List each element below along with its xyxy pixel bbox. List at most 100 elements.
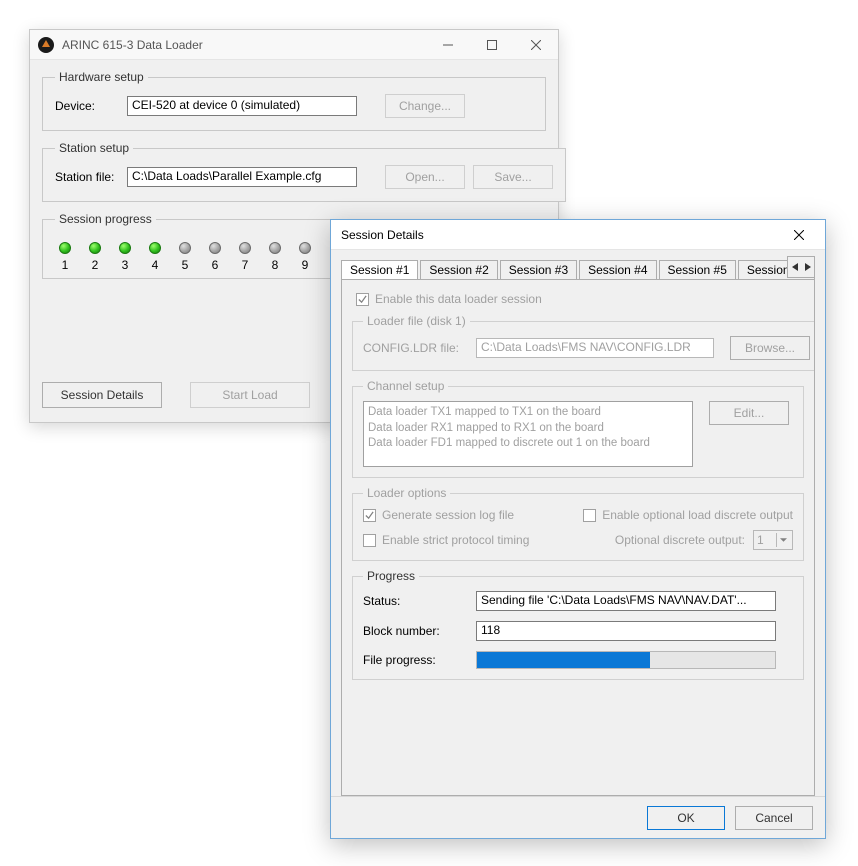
window-title: ARINC 615-3 Data Loader (62, 38, 426, 52)
session-led-9: 9 (299, 242, 311, 272)
block-number-field: 118 (476, 621, 776, 641)
minimize-button[interactable] (426, 30, 470, 60)
channel-setup-group: Channel setup Data loader TX1 mapped to … (352, 379, 804, 478)
loader-options-legend: Loader options (363, 486, 450, 500)
session-number: 1 (62, 258, 69, 272)
channel-setup-legend: Channel setup (363, 379, 448, 393)
edit-button[interactable]: Edit... (709, 401, 789, 425)
loader-file-group: Loader file (disk 1) CONFIG.LDR file: C:… (352, 314, 815, 371)
config-ldr-field[interactable]: C:\Data Loads\FMS NAV\CONFIG.LDR (476, 338, 714, 358)
tab-scroll (787, 256, 815, 278)
config-ldr-label: CONFIG.LDR file: (363, 341, 468, 355)
device-label: Device: (55, 99, 119, 113)
session-details-button[interactable]: Session Details (42, 382, 162, 408)
hardware-setup-group: Hardware setup Device: CEI-520 at device… (42, 70, 546, 131)
session-number: 2 (92, 258, 99, 272)
tab-session-2[interactable]: Session #2 (420, 260, 497, 279)
block-number-label: Block number: (363, 624, 468, 638)
tab-session-4[interactable]: Session #4 (579, 260, 656, 279)
led-icon (179, 242, 191, 254)
loader-file-legend: Loader file (disk 1) (363, 314, 470, 328)
session-led-3: 3 (119, 242, 131, 272)
main-titlebar: ARINC 615-3 Data Loader (30, 30, 558, 60)
checkbox-icon (363, 534, 376, 547)
tab-scroll-left[interactable] (788, 257, 801, 277)
session-number: 4 (152, 258, 159, 272)
strict-timing-checkbox[interactable]: Enable strict protocol timing (363, 533, 529, 547)
tab-panel: Enable this data loader session Loader f… (341, 280, 815, 796)
file-progress-label: File progress: (363, 653, 468, 667)
led-icon (209, 242, 221, 254)
generate-log-checkbox[interactable]: Generate session log file (363, 508, 514, 522)
dialog-titlebar: Session Details (331, 220, 825, 250)
optional-discrete-checkbox[interactable]: Enable optional load discrete output (583, 508, 793, 522)
session-led-1: 1 (59, 242, 71, 272)
channel-line: Data loader TX1 mapped to TX1 on the boa… (368, 405, 688, 421)
led-icon (149, 242, 161, 254)
tab-session-3[interactable]: Session #3 (500, 260, 577, 279)
led-icon (89, 242, 101, 254)
session-progress-legend: Session progress (55, 212, 156, 226)
station-setup-group: Station setup Station file: C:\Data Load… (42, 141, 566, 202)
status-field: Sending file 'C:\Data Loads\FMS NAV\NAV.… (476, 591, 776, 611)
app-icon (38, 37, 54, 53)
enable-session-label: Enable this data loader session (375, 292, 542, 306)
status-label: Status: (363, 594, 468, 608)
session-details-dialog: Session Details Session #1Session #2Sess… (330, 219, 826, 839)
led-icon (299, 242, 311, 254)
channel-line: Data loader RX1 mapped to RX1 on the boa… (368, 421, 688, 437)
cancel-button[interactable]: Cancel (735, 806, 813, 830)
checkbox-icon (356, 293, 369, 306)
progress-legend: Progress (363, 569, 419, 583)
led-icon (119, 242, 131, 254)
dialog-title: Session Details (341, 228, 779, 242)
led-icon (239, 242, 251, 254)
session-number: 7 (242, 258, 249, 272)
optional-output-label: Optional discrete output: (615, 533, 745, 547)
session-led-6: 6 (209, 242, 221, 272)
chevron-down-icon (776, 533, 789, 547)
session-number: 6 (212, 258, 219, 272)
change-button[interactable]: Change... (385, 94, 465, 118)
session-led-4: 4 (149, 242, 161, 272)
channel-mapping-list[interactable]: Data loader TX1 mapped to TX1 on the boa… (363, 401, 693, 467)
session-led-8: 8 (269, 242, 281, 272)
close-button[interactable] (514, 30, 558, 60)
strict-timing-label: Enable strict protocol timing (382, 533, 529, 547)
file-progress-fill (477, 652, 650, 668)
tab-scroll-right[interactable] (801, 257, 814, 277)
led-icon (59, 242, 71, 254)
session-number: 8 (272, 258, 279, 272)
ok-button[interactable]: OK (647, 806, 725, 830)
led-icon (269, 242, 281, 254)
session-led-2: 2 (89, 242, 101, 272)
hardware-setup-legend: Hardware setup (55, 70, 148, 84)
optional-output-select[interactable]: 1 (753, 530, 793, 550)
tab-session-1[interactable]: Session #1 (341, 260, 418, 280)
session-led-5: 5 (179, 242, 191, 272)
session-number: 9 (302, 258, 309, 272)
maximize-button[interactable] (470, 30, 514, 60)
dialog-close-button[interactable] (779, 221, 819, 249)
enable-session-checkbox[interactable]: Enable this data loader session (356, 292, 804, 306)
file-progress-bar (476, 651, 776, 669)
session-led-7: 7 (239, 242, 251, 272)
progress-group: Progress Status: Sending file 'C:\Data L… (352, 569, 804, 680)
generate-log-label: Generate session log file (382, 508, 514, 522)
station-file-field[interactable]: C:\Data Loads\Parallel Example.cfg (127, 167, 357, 187)
channel-line: Data loader FD1 mapped to discrete out 1… (368, 436, 688, 452)
checkbox-icon (363, 509, 376, 522)
station-file-label: Station file: (55, 170, 119, 184)
session-number: 5 (182, 258, 189, 272)
dialog-body: Session #1Session #2Session #3Session #4… (341, 256, 815, 796)
loader-options-group: Loader options Generate session log file… (352, 486, 804, 561)
optional-discrete-label: Enable optional load discrete output (602, 508, 793, 522)
start-load-button[interactable]: Start Load (190, 382, 310, 408)
device-field[interactable]: CEI-520 at device 0 (simulated) (127, 96, 357, 116)
tab-session-5[interactable]: Session #5 (659, 260, 736, 279)
save-button[interactable]: Save... (473, 165, 553, 189)
checkbox-icon (583, 509, 596, 522)
open-button[interactable]: Open... (385, 165, 465, 189)
dialog-footer: OK Cancel (331, 796, 825, 838)
browse-button[interactable]: Browse... (730, 336, 810, 360)
